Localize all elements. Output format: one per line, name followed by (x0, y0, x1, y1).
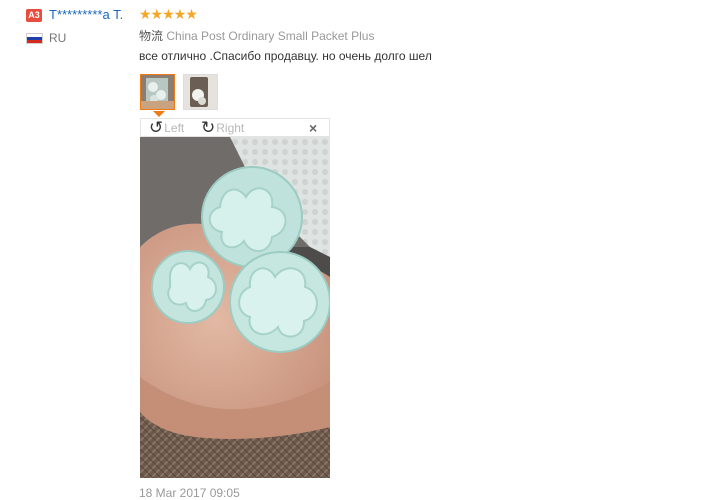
reviewer-name: T*********a T. (49, 7, 124, 22)
rotate-left-label: Left (164, 121, 185, 135)
thumbnail-2-image (184, 75, 217, 109)
buyer-level-badge: A3 (26, 9, 42, 22)
review-photo-image (140, 137, 330, 478)
close-icon[interactable]: × (309, 120, 317, 136)
shipping-info: 物流 China Post Ordinary Small Packet Plus (139, 27, 374, 44)
country-code: RU (49, 31, 67, 45)
shipping-method: China Post Ordinary Small Packet Plus (166, 29, 375, 43)
review-date: 18 Mar 2017 09:05 (139, 486, 240, 500)
rotate-right-label: Right (216, 121, 245, 135)
review-photo-thumbnail-2[interactable] (183, 74, 218, 110)
image-viewer-toolbar: ↺ Left ↻ Right × (140, 118, 330, 137)
selected-thumbnail-pointer (153, 111, 165, 117)
review-photo-large (140, 137, 330, 478)
rotate-ccw-icon: ↺ (149, 118, 164, 137)
star-rating: ★★★★★ (139, 6, 198, 22)
shipping-label: 物流 (139, 29, 164, 43)
thumbnail-1-image (141, 75, 174, 109)
rotate-cw-icon: ↻ (201, 118, 216, 137)
rotate-left-button[interactable]: ↺ Left (149, 118, 185, 137)
review-photo-thumbnail-1[interactable] (140, 74, 175, 110)
rotate-right-button[interactable]: ↻ Right (201, 118, 245, 137)
russia-flag-icon (26, 33, 43, 44)
review-text: все отлично .Спасибо продавцу. но очень … (139, 49, 432, 63)
